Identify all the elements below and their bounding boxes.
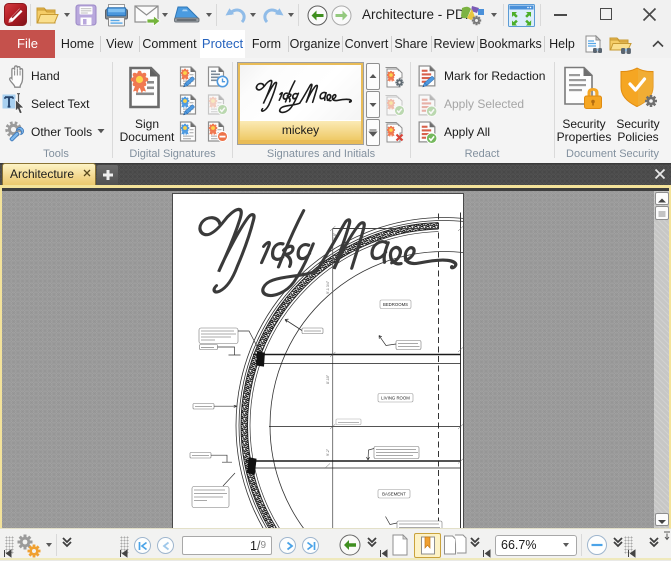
svg-text:9'-2": 9'-2": [326, 448, 330, 456]
svg-text:8'-10": 8'-10": [326, 374, 330, 384]
svg-text:BEDROOMS: BEDROOMS: [383, 302, 408, 307]
svg-text:9'-1 3/4": 9'-1 3/4": [326, 280, 330, 294]
svg-text:LIVING ROOM: LIVING ROOM: [381, 395, 410, 400]
svg-text:BASEMENT: BASEMENT: [382, 491, 406, 496]
